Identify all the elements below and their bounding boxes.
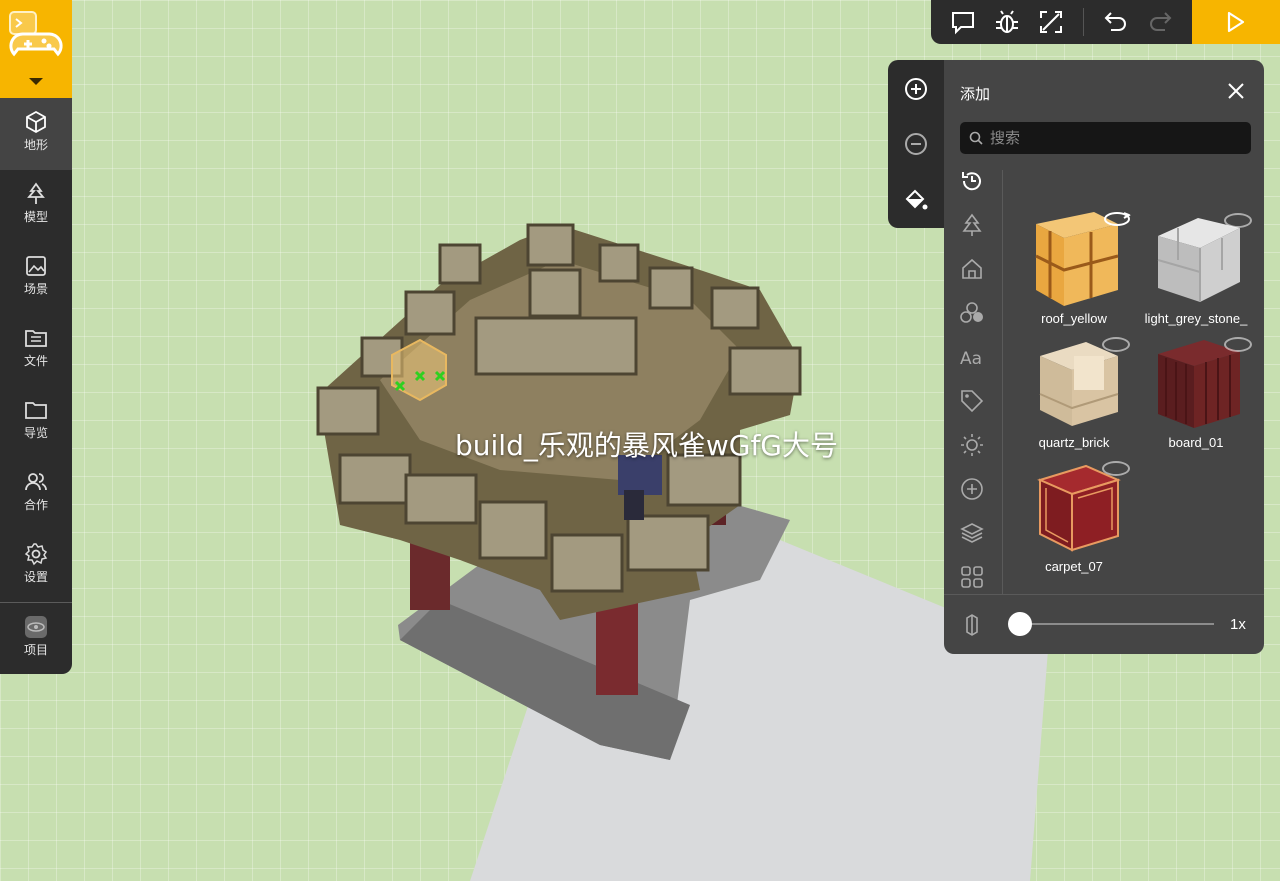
grid-icon[interactable] bbox=[959, 564, 985, 590]
fullscreen-icon[interactable] bbox=[1037, 8, 1065, 36]
house-icon[interactable] bbox=[959, 256, 985, 282]
add-circle-icon[interactable] bbox=[903, 76, 929, 102]
sidebar-item-label: 设置 bbox=[23, 570, 48, 584]
sidebar-item-scene[interactable]: 场景 bbox=[0, 242, 72, 314]
users-icon bbox=[25, 473, 47, 491]
tree-icon bbox=[27, 182, 45, 204]
layers-icon[interactable] bbox=[959, 520, 985, 546]
sidebar-item-project[interactable]: 项目 bbox=[0, 603, 72, 674]
sidebar-item-label: 文件 bbox=[23, 354, 48, 368]
category-list: Aa bbox=[944, 164, 1002, 594]
cube-icon bbox=[26, 110, 46, 134]
rotate-indicator bbox=[1102, 337, 1130, 352]
block-name: light_grey_stone_ bbox=[1144, 311, 1248, 326]
plus-circle-icon[interactable] bbox=[959, 476, 985, 502]
brush-size-icon bbox=[966, 614, 978, 636]
text-icon[interactable]: Aa bbox=[959, 344, 985, 370]
block-item-board-01[interactable]: board_01 bbox=[1138, 334, 1254, 454]
chevron-down-icon bbox=[29, 78, 43, 85]
sun-icon[interactable] bbox=[959, 432, 985, 458]
play-icon bbox=[1227, 11, 1245, 33]
rotate-icon bbox=[1104, 212, 1132, 226]
block-item-light-grey-stone[interactable]: light_grey_stone_ bbox=[1138, 210, 1254, 330]
block-item-carpet-07[interactable]: carpet_07 bbox=[1016, 458, 1132, 578]
rotate-indicator bbox=[1224, 337, 1252, 352]
panel-title: 添加 bbox=[960, 86, 991, 103]
remove-circle-icon[interactable] bbox=[903, 131, 929, 157]
sidebar-item-guide[interactable]: 导览 bbox=[0, 386, 72, 458]
sidebar-item-collaborate[interactable]: 合作 bbox=[0, 458, 72, 530]
block-name: quartz_brick bbox=[1038, 435, 1110, 450]
panel-divider bbox=[1002, 170, 1003, 594]
search-field bbox=[960, 122, 1251, 154]
scale-value: 1x bbox=[1230, 616, 1246, 633]
bug-icon[interactable] bbox=[993, 8, 1021, 36]
sidebar-item-label: 导览 bbox=[23, 426, 48, 440]
play-button[interactable] bbox=[1192, 0, 1280, 44]
history-icon[interactable] bbox=[959, 168, 985, 194]
world-name-label: build_乐观的暴风雀wGfG大号 bbox=[455, 429, 839, 462]
sidebar-item-label: 合作 bbox=[23, 498, 48, 512]
block-item-roof-yellow[interactable]: roof_yellow bbox=[1016, 210, 1132, 330]
sidebar-item-label: 地形 bbox=[23, 138, 48, 152]
brush-tools bbox=[888, 60, 950, 228]
add-panel: 添加 Aa roof_yellow bbox=[944, 60, 1264, 654]
scale-slider-thumb[interactable] bbox=[1008, 612, 1032, 636]
sidebar-item-label: 场景 bbox=[23, 282, 48, 296]
gear-icon bbox=[24, 543, 48, 566]
block-name: roof_yellow bbox=[1041, 311, 1107, 326]
left-sidebar: 地形 模型 场景 文件 导览 合作 设置 项目 bbox=[0, 0, 72, 674]
sidebar-item-models[interactable]: 模型 bbox=[0, 170, 72, 242]
panel-footer-divider bbox=[944, 594, 1264, 595]
folder-icon bbox=[25, 402, 47, 419]
sidebar-item-settings[interactable]: 设置 bbox=[0, 530, 72, 602]
spheres-icon[interactable] bbox=[959, 300, 985, 326]
sidebar-item-files[interactable]: 文件 bbox=[0, 314, 72, 386]
tag-icon[interactable] bbox=[959, 388, 985, 414]
block-item-quartz-brick[interactable]: quartz_brick bbox=[1016, 334, 1132, 454]
sidebar-item-terrain[interactable]: 地形 bbox=[0, 98, 72, 170]
image-icon bbox=[26, 256, 46, 276]
sidebar-item-label: 模型 bbox=[23, 210, 48, 224]
rotate-indicator bbox=[1224, 213, 1252, 228]
sidebar-item-label: 项目 bbox=[23, 643, 48, 657]
search-icon bbox=[969, 131, 983, 145]
block-name: board_01 bbox=[1168, 435, 1224, 450]
rotate-indicator bbox=[1102, 461, 1130, 476]
tree-icon[interactable] bbox=[959, 212, 985, 238]
gamepad-icon bbox=[9, 11, 63, 57]
app-logo-button[interactable] bbox=[0, 0, 72, 98]
top-toolbar bbox=[931, 0, 1192, 44]
svg-text:Aa: Aa bbox=[960, 349, 982, 369]
project-icon bbox=[25, 616, 47, 638]
undo-icon[interactable] bbox=[1102, 8, 1130, 36]
comment-icon[interactable] bbox=[949, 8, 977, 36]
block-name: carpet_07 bbox=[1045, 559, 1103, 574]
paint-bucket-icon[interactable] bbox=[903, 187, 929, 213]
folder-list-icon bbox=[25, 330, 47, 347]
toolbar-divider bbox=[1083, 8, 1084, 36]
redo-icon[interactable] bbox=[1146, 8, 1174, 36]
scale-slider-track[interactable] bbox=[1020, 623, 1214, 625]
search-input[interactable] bbox=[990, 122, 1240, 154]
close-icon[interactable] bbox=[1226, 81, 1246, 101]
